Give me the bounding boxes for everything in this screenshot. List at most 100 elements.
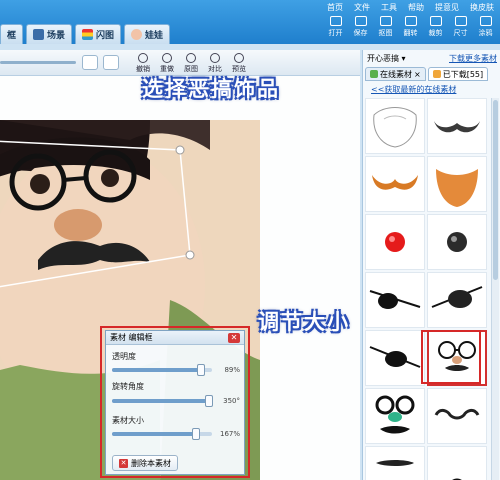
brush-icon — [479, 16, 492, 26]
crop-icon — [429, 16, 442, 26]
folder-icon — [432, 70, 441, 78]
compare-icon — [210, 53, 220, 63]
main-toolbar: 打开 保存 抠图 翻转 裁剪 尺寸 涂鸦 — [325, 16, 496, 38]
open-button[interactable]: 打开 — [325, 16, 346, 38]
toolbar-label: 抠图 — [378, 29, 393, 37]
toolbar-label: 裁剪 — [428, 29, 443, 37]
toolbar-label: 涂鸦 — [478, 29, 493, 37]
preview-button[interactable]: 预览 — [228, 53, 250, 74]
sticker-scrollbar[interactable] — [491, 98, 499, 480]
folder-icon — [329, 16, 342, 26]
tab-online[interactable]: 在线素材 × — [365, 67, 426, 81]
save-icon — [354, 16, 367, 26]
flip-icon — [404, 16, 417, 26]
toolbar-label: 尺寸 — [453, 29, 468, 37]
menu-file[interactable]: 文件 — [354, 2, 370, 13]
tab-frame[interactable]: 框 — [0, 24, 24, 44]
sticker-black-ball[interactable] — [427, 214, 487, 270]
sticker-glasses-green-nose[interactable] — [365, 388, 425, 444]
toolbar-label: 翻转 — [403, 29, 418, 37]
sticker-handlebar-mustache[interactable] — [427, 98, 487, 154]
close-icon[interactable]: × — [414, 70, 421, 79]
panel-tabs: 在线素材 × 已下载[55] — [365, 67, 489, 81]
clown-nose-icon — [385, 232, 405, 252]
mustache-icon — [434, 408, 480, 420]
edit-button-label: 原图 — [184, 65, 198, 73]
undo-button[interactable]: 撤销 — [132, 53, 154, 74]
tab-doll[interactable]: 娃娃 — [124, 24, 171, 44]
menu-skin[interactable]: 换皮肤 — [470, 2, 494, 13]
selected-sticker-highlight — [421, 330, 481, 384]
mustache-icon — [372, 175, 418, 190]
eyepatch-icon — [369, 290, 421, 309]
tab-flash[interactable]: 闪图 — [75, 24, 122, 44]
scene-icon — [33, 29, 45, 40]
black-shape-icon — [452, 478, 462, 480]
preview-icon — [234, 53, 244, 63]
mustache-icon — [376, 460, 414, 466]
toolbar-label: 打开 — [328, 29, 343, 37]
cutout-button[interactable]: 抠图 — [375, 16, 396, 38]
sticker-red-nose[interactable] — [365, 214, 425, 270]
cutout-icon — [379, 16, 392, 26]
redo-button[interactable]: 重做 — [156, 53, 178, 74]
flip-button[interactable]: 翻转 — [400, 16, 421, 38]
chevron-down-icon: ▾ — [401, 53, 406, 63]
sticker-thin-mustache[interactable] — [365, 446, 425, 480]
category-select[interactable]: 开心恶搞 ▾ — [367, 53, 406, 64]
edit-button-label: 重做 — [160, 65, 174, 73]
menu-feedback[interactable]: 提意见 — [435, 2, 459, 13]
menu-home[interactable]: 首页 — [327, 2, 343, 13]
edit-button-label: 预览 — [232, 65, 246, 73]
nav-tab-label: 场景 — [47, 31, 66, 41]
scroll-thumb[interactable] — [493, 100, 498, 280]
sticker-orange-beard[interactable] — [427, 156, 487, 212]
toolbar-label: 保存 — [353, 29, 368, 37]
panel-header: 开心恶搞 ▾ 下载更多素材 — [363, 50, 500, 66]
undo-icon — [138, 53, 148, 63]
sticker-orange-mustache[interactable] — [365, 156, 425, 212]
main-nav-tabs: 框 场景 闪图 娃娃 — [0, 24, 173, 44]
redo-icon — [162, 53, 172, 63]
fit-screen-button[interactable] — [82, 55, 98, 70]
top-menu: 首页 文件 工具 帮助 提意见 换皮肤 — [327, 2, 494, 13]
doodle-button[interactable]: 涂鸦 — [475, 16, 496, 38]
nav-tab-label: 闪图 — [96, 31, 115, 41]
save-button[interactable]: 保存 — [350, 16, 371, 38]
sticker-panel: 开心恶搞 ▾ 下载更多素材 在线素材 × 已下载[55] <<获取最新的在线素材 — [362, 50, 500, 480]
compare-button[interactable]: 对比 — [204, 53, 226, 74]
sticker-black-shape[interactable] — [427, 446, 487, 480]
disguise-glasses-icon — [375, 395, 415, 434]
menu-help[interactable]: 帮助 — [408, 2, 424, 13]
sticker-grid — [365, 98, 489, 480]
original-button[interactable]: 原图 — [180, 53, 202, 74]
size-button[interactable]: 尺寸 — [450, 16, 471, 38]
tab-scene[interactable]: 场景 — [26, 24, 73, 44]
actual-size-button[interactable] — [103, 55, 119, 70]
flash-icon — [82, 29, 94, 40]
annotation-select-sticker: 选择恶搞饰品 — [142, 77, 280, 101]
sticker-pirate-eyepatch-left[interactable] — [365, 272, 425, 328]
sticker-curly-mustache[interactable] — [427, 388, 487, 444]
tab-downloaded[interactable]: 已下载[55] — [427, 67, 489, 81]
sticker-eyepatch-strap[interactable] — [365, 330, 425, 386]
sticker-white-beard[interactable] — [365, 98, 425, 154]
sticker-pirate-eyepatch-right[interactable] — [427, 272, 487, 328]
nav-tab-label: 框 — [7, 31, 17, 41]
download-more-link[interactable]: 下载更多素材 — [449, 53, 497, 64]
eyepatch-icon — [431, 286, 483, 308]
menu-tools[interactable]: 工具 — [381, 2, 397, 13]
title-bar: 首页 文件 工具 帮助 提意见 换皮肤 框 场景 闪图 娃娃 打开 保存 抠图 … — [0, 0, 500, 44]
tab-label: 在线素材 — [380, 69, 412, 79]
zoom-slider[interactable] — [0, 61, 76, 64]
fetch-latest-link[interactable]: <<获取最新的在线素材 — [371, 84, 456, 95]
edit-button-label: 对比 — [208, 65, 222, 73]
category-label: 开心恶搞 — [367, 53, 399, 63]
white-beard-icon — [373, 107, 417, 148]
doll-icon — [131, 29, 143, 40]
annotation-resize: 调节大小 — [258, 310, 350, 334]
edit-box-highlight — [100, 326, 250, 478]
crop-button[interactable]: 裁剪 — [425, 16, 446, 38]
online-icon — [370, 70, 378, 78]
beard-icon — [436, 169, 478, 207]
